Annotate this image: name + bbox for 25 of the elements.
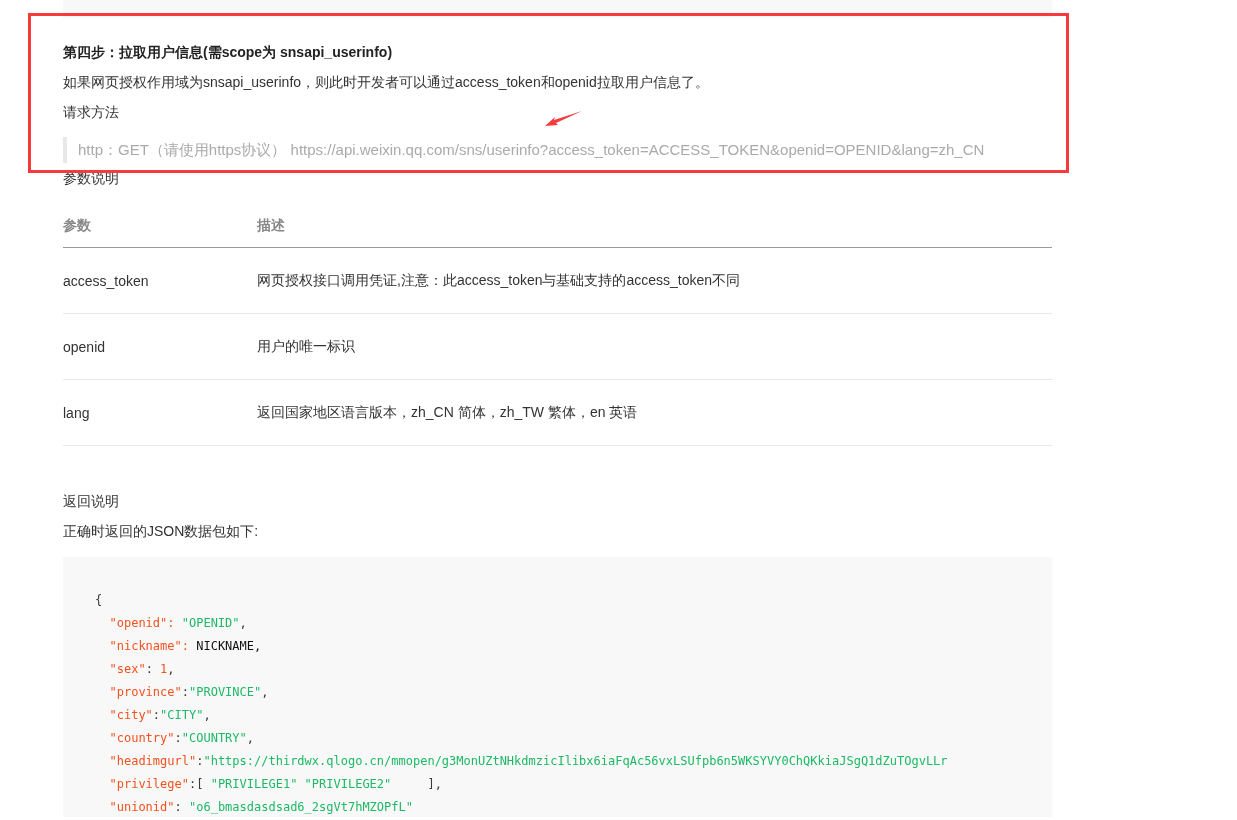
code-line: "province":"PROVINCE", [109, 684, 269, 701]
code-line: "sex": 1, [109, 661, 175, 678]
arrow-icon [545, 111, 583, 129]
table-cell: lang [63, 404, 90, 421]
request-url: http：GET（请使用https协议） https://api.weixin.qq.com/sns/userinfo?access_token=ACCESS_TOKEN&openid=OPENID&lang=zh_CN [63, 137, 985, 163]
intro-text: 正确时返回的JSON数据包如下: [63, 522, 259, 541]
section-title: 返回说明 [63, 492, 119, 511]
table-cell: 网页授权接口调用凭证,注意：此access_token与基础支持的access_token不同 [257, 271, 741, 290]
table-cell: openid [63, 338, 106, 355]
code-line: { [95, 592, 103, 609]
step-heading: 第四步：拉取用户信息(需scope为 snsapi_userinfo) [63, 43, 393, 62]
column-header: 描述 [257, 217, 285, 235]
description-text: 如果网页授权作用域为snsapi_userinfo，则此时开发者可以通过access_token和openid拉取用户信息了。 [63, 73, 709, 92]
table-cell: access_token [63, 272, 149, 289]
code-line: "unionid": "o6_bmasdasdsad6_2sgVt7hMZOPfL" [109, 799, 413, 816]
code-line: "country":"COUNTRY", [109, 730, 255, 747]
column-header: 参数 [63, 217, 91, 235]
code-line: "privilege":[ "PRIVILEGE1" "PRIVILEGE2" ], [109, 776, 442, 793]
code-line: "headimgurl":"https://thirdwx.qlogo.cn/mmopen/g3MonUZtNHkdmzicIlibx6iaFqAc56vxLSUfpb6n5WKSYVY0ChQKkiaJSgQ1dZuTOgvLLr [109, 753, 948, 770]
table-cell: 用户的唯一标识 [257, 337, 355, 356]
table-cell: 返回国家地区语言版本，zh_CN 简体，zh_TW 繁体，en 英语 [257, 403, 638, 422]
code-line: "openid": "OPENID", [109, 615, 247, 632]
code-line: "nickname": NICKNAME, [109, 638, 262, 655]
method-label: 请求方法 [63, 103, 119, 122]
code-line: "city":"CITY", [109, 707, 211, 724]
